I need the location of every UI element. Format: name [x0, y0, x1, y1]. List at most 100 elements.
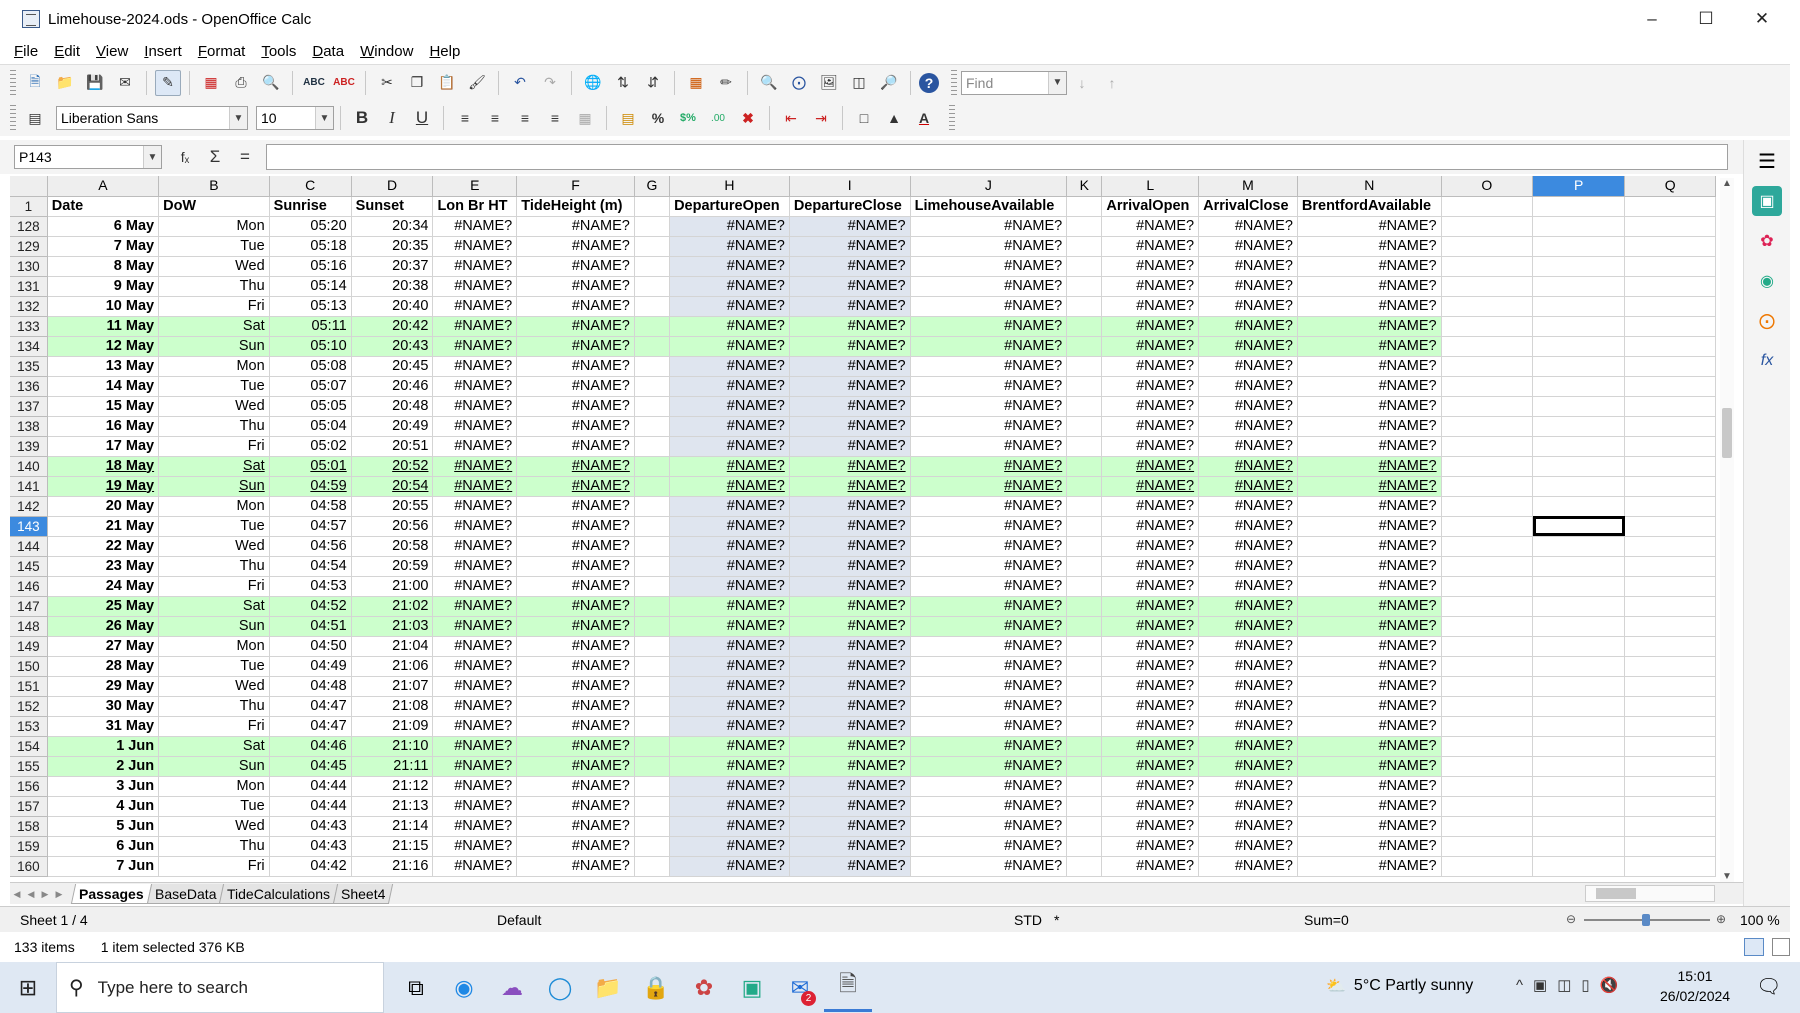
cell[interactable]: 15 May [47, 396, 160, 417]
cell[interactable] [1441, 336, 1534, 357]
cell[interactable]: #NAME? [1101, 776, 1200, 797]
cell[interactable]: #NAME? [1198, 456, 1298, 477]
cell[interactable] [1624, 376, 1716, 397]
cell[interactable]: #NAME? [432, 836, 518, 857]
cell[interactable] [1532, 716, 1626, 737]
cell[interactable]: #NAME? [516, 596, 635, 617]
cell[interactable]: 04:47 [269, 696, 352, 717]
cell[interactable]: #NAME? [432, 216, 518, 237]
cell[interactable]: #NAME? [432, 456, 518, 477]
cell[interactable] [1532, 856, 1626, 877]
cell[interactable]: #NAME? [1297, 856, 1442, 877]
cell[interactable]: #NAME? [910, 656, 1068, 677]
cell[interactable]: #NAME? [669, 396, 790, 417]
cell[interactable]: #NAME? [910, 236, 1068, 257]
cell[interactable] [1624, 236, 1716, 257]
cell[interactable] [1624, 676, 1716, 697]
cell[interactable] [1624, 856, 1716, 877]
cell[interactable] [1441, 716, 1534, 737]
cell[interactable] [1624, 656, 1716, 677]
cell[interactable] [1624, 356, 1716, 377]
cell[interactable] [1624, 256, 1716, 277]
cell[interactable]: #NAME? [432, 596, 518, 617]
cell[interactable]: #NAME? [1198, 676, 1298, 697]
cell[interactable] [1532, 656, 1626, 677]
cell[interactable]: #NAME? [1101, 336, 1200, 357]
cell[interactable]: 21 May [47, 516, 160, 537]
email-icon[interactable]: ✉ [112, 70, 138, 96]
cell[interactable]: #NAME? [1297, 456, 1442, 477]
cell[interactable] [634, 476, 671, 497]
cell[interactable]: #NAME? [789, 716, 911, 737]
cell[interactable]: Mon [158, 636, 270, 657]
menu-window[interactable]: Window [360, 43, 413, 60]
cell[interactable]: #NAME? [789, 736, 911, 757]
chevron-down-icon[interactable]: ▼ [143, 146, 161, 168]
cell[interactable]: 31 May [47, 716, 160, 737]
cell[interactable] [1066, 456, 1103, 477]
cell[interactable]: #NAME? [789, 676, 911, 697]
cell[interactable] [634, 776, 671, 797]
cell[interactable]: #NAME? [789, 596, 911, 617]
cell[interactable]: #NAME? [789, 216, 911, 237]
cell[interactable]: 04:57 [269, 516, 352, 537]
cell[interactable]: #NAME? [910, 296, 1068, 317]
cell[interactable]: #NAME? [1198, 556, 1298, 577]
cell[interactable]: 21:08 [351, 696, 434, 717]
cell[interactable]: #NAME? [1198, 356, 1298, 377]
cell[interactable]: Fri [158, 856, 270, 877]
cell[interactable] [1441, 616, 1534, 637]
cell[interactable]: #NAME? [910, 556, 1068, 577]
redo-icon[interactable]: ↷ [537, 70, 563, 96]
cell[interactable]: #NAME? [1101, 496, 1200, 517]
cell[interactable]: #NAME? [1297, 636, 1442, 657]
select-all-corner[interactable] [10, 176, 48, 197]
cell[interactable] [1624, 616, 1716, 637]
sum-icon[interactable]: Σ [202, 144, 228, 170]
column-title-cell[interactable]: ArrivalClose [1198, 196, 1298, 217]
cell[interactable] [634, 456, 671, 477]
cell[interactable] [1532, 836, 1626, 857]
cell[interactable]: 20:54 [351, 476, 434, 497]
cell[interactable]: 04:56 [269, 536, 352, 557]
cell[interactable] [1532, 356, 1626, 377]
cell[interactable] [1532, 636, 1626, 657]
cell[interactable] [634, 236, 671, 257]
cell[interactable]: Mon [158, 216, 270, 237]
menu-format[interactable]: Format [198, 43, 246, 60]
cell[interactable] [634, 676, 671, 697]
cell[interactable]: #NAME? [516, 676, 635, 697]
cell[interactable] [1066, 656, 1103, 677]
cell[interactable]: #NAME? [669, 416, 790, 437]
cell[interactable]: #NAME? [432, 436, 518, 457]
column-title-cell[interactable]: Sunrise [269, 196, 352, 217]
cell[interactable]: #NAME? [1297, 516, 1442, 537]
cell[interactable]: #NAME? [432, 276, 518, 297]
cell[interactable] [1066, 356, 1103, 377]
cell[interactable]: #NAME? [1297, 596, 1442, 617]
save-icon[interactable]: 💾 [82, 70, 108, 96]
cell[interactable]: 28 May [47, 656, 160, 677]
cell[interactable] [1624, 496, 1716, 517]
last-sheet-icon[interactable]: ▶ [52, 886, 66, 902]
cell[interactable]: #NAME? [432, 796, 518, 817]
cell[interactable]: 05:04 [269, 416, 352, 437]
cell[interactable]: 21:04 [351, 636, 434, 657]
sidebar-menu-icon[interactable]: ☰ [1752, 146, 1782, 176]
cell[interactable]: #NAME? [1101, 516, 1200, 537]
cell[interactable]: 5 Jun [47, 816, 160, 837]
cell[interactable]: 30 May [47, 696, 160, 717]
cell[interactable]: #NAME? [669, 536, 790, 557]
row-header[interactable]: 154 [10, 736, 48, 757]
cell[interactable]: #NAME? [910, 276, 1068, 297]
cell[interactable]: #NAME? [910, 756, 1068, 777]
cell[interactable]: #NAME? [432, 716, 518, 737]
column-header[interactable]: F [516, 176, 635, 197]
cell[interactable] [1066, 796, 1103, 817]
cell[interactable]: #NAME? [516, 356, 635, 377]
cell[interactable]: #NAME? [1297, 276, 1442, 297]
cell[interactable]: 16 May [47, 416, 160, 437]
export-pdf-icon[interactable]: ▦ [198, 70, 224, 96]
cell[interactable]: 29 May [47, 676, 160, 697]
cell[interactable]: #NAME? [789, 236, 911, 257]
